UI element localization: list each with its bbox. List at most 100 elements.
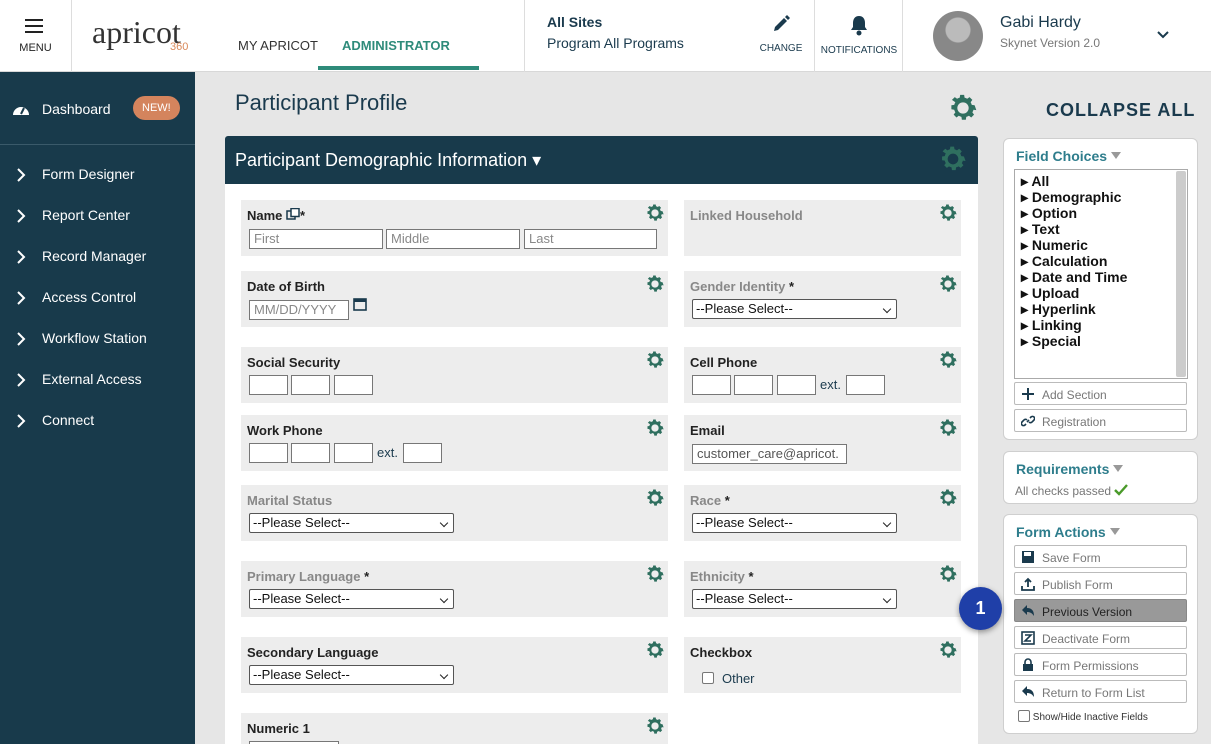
cell-phone-ext[interactable] [846, 375, 885, 395]
cell-phone-part-2[interactable] [734, 375, 773, 395]
field-choices-list[interactable]: ▸ All ▸ Demographic ▸ Option ▸ Text ▸ Nu… [1014, 169, 1188, 379]
gear-icon[interactable] [644, 202, 666, 224]
field-gender-identity[interactable]: Gender Identity * --Please Select-- [684, 271, 961, 327]
cell-phone-part-1[interactable] [692, 375, 731, 395]
email-input[interactable]: customer_care@apricot. [692, 444, 847, 464]
gender-select[interactable]: --Please Select-- [692, 299, 897, 319]
ssn-part-2[interactable] [291, 375, 330, 395]
gear-icon[interactable] [644, 715, 666, 737]
list-item[interactable]: ▸ Upload [1021, 285, 1079, 302]
sidebar-item-connect[interactable]: Connect [0, 400, 195, 441]
cell-phone-part-3[interactable] [777, 375, 816, 395]
gear-icon[interactable] [937, 349, 959, 371]
section-title[interactable]: Participant Demographic Information ▾ [235, 150, 541, 171]
change-button[interactable]: CHANGE [752, 14, 810, 54]
ssn-part-3[interactable] [334, 375, 373, 395]
gear-icon[interactable] [937, 202, 959, 224]
ssn-part-1[interactable] [249, 375, 288, 395]
race-select[interactable]: --Please Select-- [692, 513, 897, 533]
work-phone-part-2[interactable] [291, 443, 330, 463]
deactivate-form-button[interactable]: Deactivate Form [1014, 626, 1187, 649]
list-item[interactable]: ▸ Hyperlink [1021, 301, 1096, 318]
form-actions-title[interactable]: Form Actions [1016, 524, 1106, 540]
field-social-security[interactable]: Social Security [241, 347, 668, 403]
gear-icon[interactable] [937, 639, 959, 661]
sidebar-item-dashboard[interactable]: Dashboard NEW! [0, 72, 195, 145]
section-header[interactable]: Participant Demographic Information ▾ [225, 136, 978, 184]
sidebar-item-form-designer[interactable]: Form Designer [0, 154, 195, 195]
sidebar-item-access-control[interactable]: Access Control [0, 277, 195, 318]
work-phone-part-1[interactable] [249, 443, 288, 463]
list-item[interactable]: ▸ Date and Time [1021, 269, 1127, 286]
first-name-input[interactable]: First [249, 229, 383, 249]
apricot-logo[interactable]: apricot [92, 14, 181, 51]
form-permissions-button[interactable]: Form Permissions [1014, 653, 1187, 676]
gear-icon[interactable] [937, 273, 959, 295]
gear-icon[interactable] [644, 563, 666, 585]
dropdown-icon[interactable] [1111, 152, 1122, 159]
sidebar-item-record-manager[interactable]: Record Manager [0, 236, 195, 277]
field-primary-language[interactable]: Primary Language * --Please Select-- [241, 561, 668, 617]
list-item[interactable]: ▸ Numeric [1021, 237, 1088, 254]
work-phone-part-3[interactable] [334, 443, 373, 463]
field-cell-phone[interactable]: Cell Phone ext. [684, 347, 961, 403]
save-form-button[interactable]: Save Form [1014, 545, 1187, 568]
list-item[interactable]: ▸ Option [1021, 205, 1077, 222]
publish-form-button[interactable]: Publish Form [1014, 572, 1187, 595]
calendar-icon[interactable] [353, 297, 367, 311]
field-secondary-language[interactable]: Secondary Language --Please Select-- [241, 637, 668, 693]
gear-icon[interactable] [937, 563, 959, 585]
list-item[interactable]: ▸ Demographic [1021, 189, 1121, 206]
list-item[interactable]: ▸ Text [1021, 221, 1060, 238]
gear-icon[interactable] [946, 91, 980, 125]
field-ethnicity[interactable]: Ethnicity * --Please Select-- [684, 561, 961, 617]
tab-administrator[interactable]: ADMINISTRATOR [342, 38, 450, 53]
sidebar-item-report-center[interactable]: Report Center [0, 195, 195, 236]
list-item[interactable]: ▸ Special [1021, 333, 1081, 350]
tab-my-apricot[interactable]: MY APRICOT [238, 38, 318, 53]
primary-language-select[interactable]: --Please Select-- [249, 589, 454, 609]
menu-button[interactable]: MENU [0, 0, 72, 72]
gear-icon[interactable] [937, 487, 959, 509]
field-name[interactable]: Name * First Middle Last [241, 200, 668, 256]
avatar[interactable] [933, 11, 983, 61]
other-checkbox[interactable] [702, 672, 714, 684]
add-section-button[interactable]: Add Section [1014, 382, 1187, 405]
sidebar-item-workflow-station[interactable]: Workflow Station [0, 318, 195, 359]
sidebar-item-external-access[interactable]: External Access [0, 359, 195, 400]
middle-name-input[interactable]: Middle [386, 229, 520, 249]
return-to-form-list-button[interactable]: Return to Form List [1014, 680, 1187, 703]
gear-icon[interactable] [644, 417, 666, 439]
field-choices-title[interactable]: Field Choices [1016, 148, 1107, 164]
gear-icon[interactable] [644, 487, 666, 509]
field-email[interactable]: Email customer_care@apricot. [684, 415, 961, 471]
gear-icon[interactable] [644, 273, 666, 295]
list-item[interactable]: ▸ All [1021, 173, 1049, 190]
dob-input[interactable]: MM/DD/YYYY [249, 300, 349, 320]
gear-icon[interactable] [644, 639, 666, 661]
dropdown-icon[interactable] [1113, 465, 1124, 472]
scrollbar[interactable] [1176, 171, 1186, 377]
last-name-input[interactable]: Last [524, 229, 657, 249]
previous-version-button[interactable]: Previous Version [1014, 599, 1187, 622]
secondary-language-select[interactable]: --Please Select-- [249, 665, 454, 685]
gear-icon[interactable] [644, 349, 666, 371]
notifications-button[interactable]: NOTIFICATIONS [816, 14, 902, 56]
chevron-down-icon[interactable] [1156, 28, 1170, 42]
field-work-phone[interactable]: Work Phone ext. [241, 415, 668, 471]
programs-label[interactable]: Program All Programs [547, 35, 684, 51]
list-item[interactable]: ▸ Calculation [1021, 253, 1107, 270]
registration-button[interactable]: Registration [1014, 409, 1187, 432]
field-numeric-1[interactable]: Numeric 1 [241, 713, 668, 744]
user-name[interactable]: Gabi Hardy [1000, 14, 1081, 32]
gear-icon[interactable] [937, 417, 959, 439]
ethnicity-select[interactable]: --Please Select-- [692, 589, 897, 609]
work-phone-ext[interactable] [403, 443, 442, 463]
field-date-of-birth[interactable]: Date of Birth MM/DD/YYYY [241, 271, 668, 327]
dropdown-icon[interactable] [1109, 528, 1120, 535]
field-checkbox[interactable]: Checkbox Other [684, 637, 961, 693]
marital-select[interactable]: --Please Select-- [249, 513, 454, 533]
field-linked-household[interactable]: Linked Household [684, 200, 961, 256]
sites-label[interactable]: All Sites [547, 14, 602, 30]
field-race[interactable]: Race * --Please Select-- [684, 485, 961, 541]
